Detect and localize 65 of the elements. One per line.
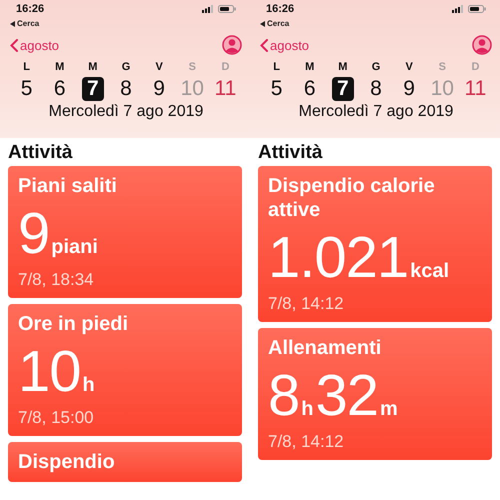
- weekday-label: L: [273, 61, 280, 73]
- battery-icon: [218, 5, 236, 13]
- card-date: 7/8, 14:12: [268, 432, 345, 452]
- back-triangle-icon: [10, 20, 15, 26]
- value-number: 32: [315, 364, 378, 428]
- weekday-label: M: [88, 61, 98, 73]
- day-number[interactable]: 9: [398, 77, 420, 101]
- value-unit: piani: [51, 236, 98, 259]
- value-number: 1.021: [268, 226, 408, 290]
- weekday-label: M: [55, 61, 64, 73]
- signal-icon: [202, 5, 214, 13]
- day-number[interactable]: 9: [148, 77, 170, 101]
- weekday-label: M: [305, 61, 314, 73]
- value-number: 8: [268, 364, 300, 428]
- day-number[interactable]: 5: [16, 77, 38, 101]
- day-number[interactable]: 7: [332, 77, 354, 101]
- month-back-button[interactable]: agosto: [260, 38, 310, 52]
- day-number[interactable]: 5: [266, 77, 288, 101]
- profile-icon[interactable]: [222, 35, 242, 55]
- weekday-label: G: [122, 61, 130, 73]
- weekday-label: D: [471, 61, 480, 73]
- section-title: Attività: [258, 142, 322, 163]
- status-time: 16:26: [266, 3, 294, 15]
- card-date: 7/8, 15:00: [18, 408, 95, 428]
- weekday-label: D: [221, 61, 230, 73]
- date-title: Mercoledì 7 ago 2019: [48, 103, 204, 120]
- profile-icon[interactable]: [472, 35, 492, 55]
- back-triangle-icon: [260, 20, 265, 26]
- day-number[interactable]: 8: [364, 77, 387, 101]
- day-number[interactable]: 8: [114, 77, 137, 101]
- weekday-label: M: [338, 61, 348, 73]
- back-link[interactable]: Cerca: [10, 18, 242, 29]
- card-title: Ore in piedi: [18, 312, 130, 336]
- status-time: 16:26: [16, 3, 44, 15]
- back-link[interactable]: Cerca: [260, 18, 492, 29]
- signal-icon: [452, 5, 464, 13]
- card-title: Dispendio calorie attive: [268, 174, 436, 222]
- card-title: Allenamenti: [268, 336, 382, 360]
- weekday-label: V: [405, 61, 413, 73]
- day-number[interactable]: 6: [298, 77, 321, 101]
- month-back-button[interactable]: agosto: [10, 38, 60, 52]
- day-number[interactable]: 11: [464, 77, 486, 101]
- weekday-label: G: [372, 61, 380, 73]
- day-number[interactable]: 11: [214, 77, 236, 101]
- weekday-label: V: [155, 61, 163, 73]
- weekday-label: S: [188, 61, 196, 73]
- section-title: Attività: [8, 142, 72, 163]
- value-unit: h: [82, 374, 95, 397]
- value-unit: kcal: [410, 260, 450, 283]
- chevron-left-icon: [260, 38, 268, 52]
- value-number: 10: [18, 340, 81, 404]
- day-number[interactable]: 6: [48, 77, 71, 101]
- value-number: 9: [18, 202, 50, 266]
- date-title: Mercoledì 7 ago 2019: [298, 103, 454, 120]
- card-date: 7/8, 18:34: [18, 270, 95, 290]
- weekday-label: S: [438, 61, 446, 73]
- value-unit: m: [380, 398, 398, 421]
- card-title: Dispendio: [18, 450, 116, 474]
- day-number[interactable]: 7: [82, 77, 104, 101]
- value-unit: h: [301, 398, 314, 421]
- card-date: 7/8, 14:12: [268, 294, 345, 314]
- card-title: Piani saliti: [18, 174, 118, 198]
- chevron-left-icon: [10, 38, 18, 52]
- weekday-label: L: [23, 61, 30, 73]
- battery-icon: [468, 5, 486, 13]
